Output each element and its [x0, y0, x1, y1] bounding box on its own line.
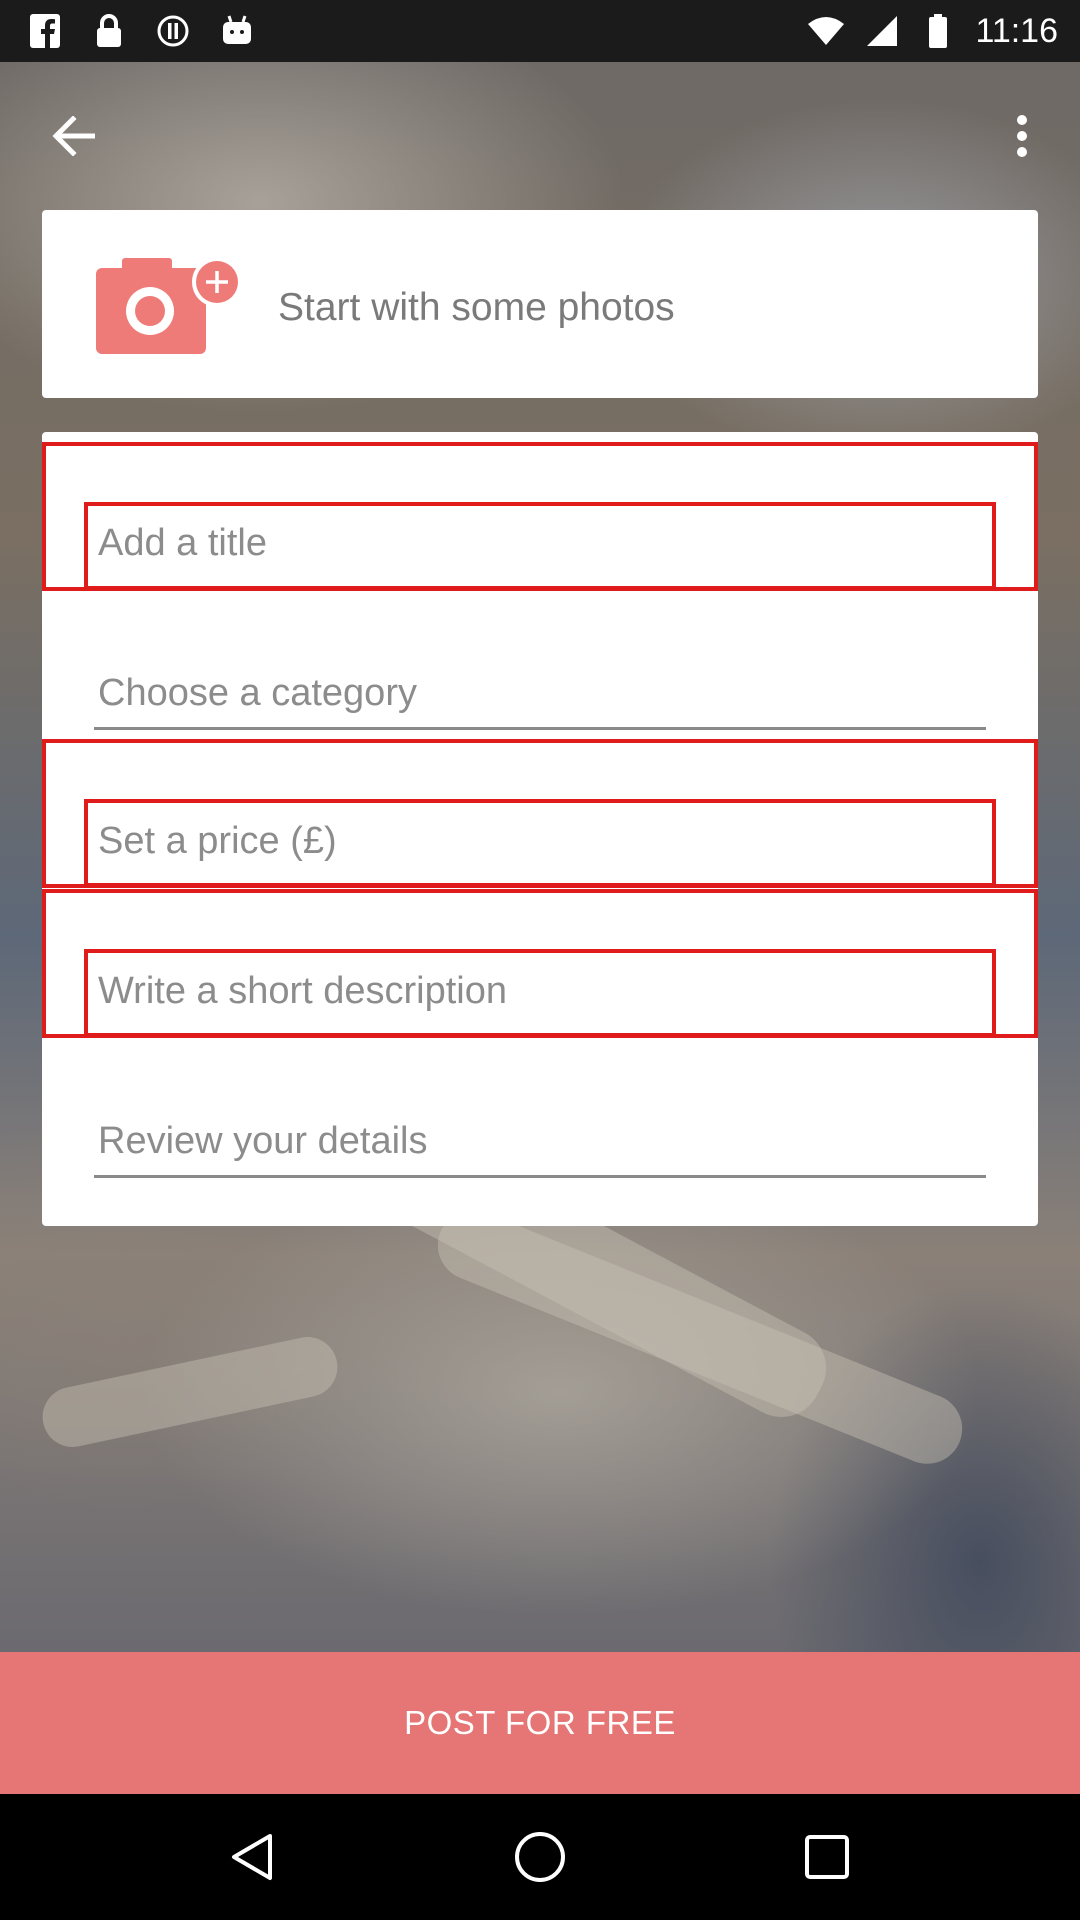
system-icons: 11:16 — [807, 12, 1058, 51]
clock: 11:16 — [975, 11, 1058, 50]
notification-icons — [26, 12, 256, 50]
nav-back-button[interactable] — [213, 1817, 293, 1897]
price-field[interactable]: Set a price (£) — [94, 812, 986, 878]
description-placeholder: Write a short description — [98, 970, 508, 1012]
category-field[interactable]: Choose a category — [94, 664, 986, 730]
back-triangle-icon — [232, 1834, 273, 1880]
review-underline — [94, 1175, 986, 1178]
arrow-back-icon — [52, 116, 95, 156]
add-photo-camera-icon — [96, 256, 246, 356]
signal-icon — [863, 12, 901, 50]
category-underline — [94, 727, 986, 730]
listing-form: Add a title Choose a category Set a pric… — [42, 432, 1038, 1226]
title-field[interactable]: Add a title — [94, 514, 986, 580]
add-photos-label: Start with some photos — [278, 286, 675, 329]
android-icon — [218, 12, 256, 50]
nav-recents-button[interactable] — [787, 1817, 867, 1897]
add-photos-card[interactable]: Start with some photos — [42, 210, 1038, 398]
recents-square-icon — [804, 1835, 849, 1879]
review-details-label: Review your details — [98, 1120, 428, 1162]
title-placeholder: Add a title — [98, 522, 267, 564]
review-details-field[interactable]: Review your details — [94, 1112, 986, 1178]
system-nav-bar — [0, 1794, 1080, 1920]
home-circle-icon — [514, 1832, 565, 1882]
battery-icon — [919, 12, 957, 50]
description-field[interactable]: Write a short description — [94, 962, 986, 1028]
back-button[interactable] — [42, 108, 104, 164]
category-placeholder: Choose a category — [98, 672, 417, 714]
wifi-icon — [807, 12, 845, 50]
nav-home-button[interactable] — [500, 1817, 580, 1897]
info-circle-icon — [154, 12, 192, 50]
price-placeholder: Set a price (£) — [98, 820, 337, 862]
facebook-icon — [26, 12, 64, 50]
more-vert-icon — [1017, 115, 1027, 157]
lock-icon — [90, 12, 128, 50]
status-bar: 11:16 — [0, 0, 1080, 62]
overflow-menu-button[interactable] — [1002, 108, 1042, 164]
post-for-free-button[interactable]: POST FOR FREE — [0, 1652, 1080, 1794]
